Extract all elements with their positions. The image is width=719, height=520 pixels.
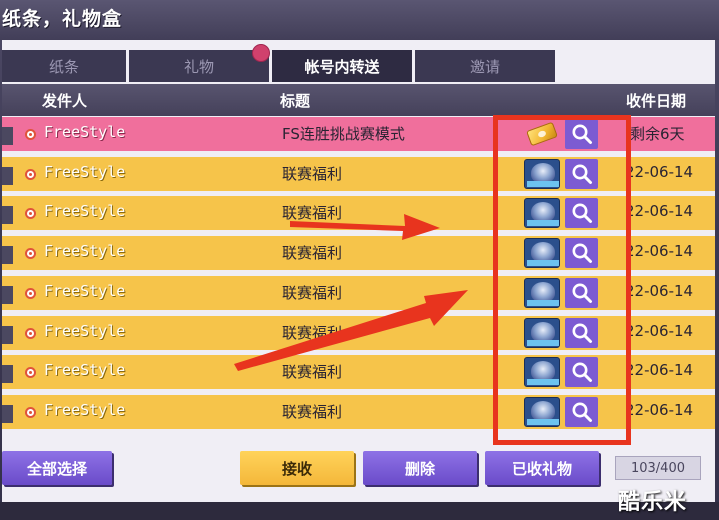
row-sender: FreeStyle [44,361,126,379]
character-card-icon[interactable] [524,159,560,189]
new-mail-icon [25,208,36,219]
character-card-icon[interactable] [524,357,560,387]
row-sender: FreeStyle [44,322,126,340]
column-sender: 发件人 [42,92,88,110]
new-mail-icon [25,169,36,180]
row-sender: FreeStyle [44,123,126,141]
row-sender: FreeStyle [44,282,126,300]
row-date: 22-06-14 [625,361,694,379]
footer-strip [0,502,719,520]
view-item-button[interactable] [565,238,598,268]
search-icon [572,323,592,343]
select-all-button[interactable]: 全部选择 [2,451,112,485]
new-mail-icon [25,328,36,339]
row-checkbox[interactable] [2,167,13,185]
table-row[interactable]: FreeStyle 联赛福利 22-06-14 [2,276,715,310]
row-sender: FreeStyle [44,401,126,419]
view-item-button[interactable] [565,318,598,348]
column-date: 收件日期 [626,92,687,110]
new-mail-icon [25,367,36,378]
character-card-icon[interactable] [524,278,560,308]
row-checkbox[interactable] [2,246,13,264]
view-item-button[interactable] [565,357,598,387]
row-subject: 联赛福利 [282,363,343,381]
tab-notes[interactable]: 纸条 [2,50,126,82]
search-icon [572,283,592,303]
mail-counter: 103/400 [615,456,701,480]
row-date: 22-06-14 [625,282,694,300]
notification-dot [252,44,270,62]
received-gifts-button[interactable]: 已收礼物 [485,451,599,485]
row-sender: FreeStyle [44,202,126,220]
row-sender: FreeStyle [44,163,126,181]
window-title: 纸条，礼物盒 [2,8,123,30]
view-item-button[interactable] [565,159,598,189]
character-card-icon[interactable] [524,238,560,268]
receive-button[interactable]: 接收 [240,451,354,485]
row-date: 剩余6天 [630,125,685,143]
tab-invite[interactable]: 邀请 [415,50,555,82]
row-checkbox[interactable] [2,286,13,304]
new-mail-icon [25,288,36,299]
row-subject: 联赛福利 [282,324,343,342]
search-icon [572,164,592,184]
tab-account-transfer[interactable]: 帐号内转送 [272,50,412,82]
row-date: 22-06-14 [625,163,694,181]
table-row[interactable]: FreeStyle 联赛福利 22-06-14 [2,355,715,389]
title-bar: 纸条，礼物盒 [0,0,719,40]
search-icon [572,203,592,223]
table-row[interactable]: FreeStyle 联赛福利 22-06-14 [2,236,715,270]
row-sender: FreeStyle [44,242,126,260]
search-icon [572,243,592,263]
row-date: 22-06-14 [625,401,694,419]
character-card-icon[interactable] [524,318,560,348]
row-subject: 联赛福利 [282,244,343,262]
row-checkbox[interactable] [2,365,13,383]
table-row[interactable]: FreeStyle 联赛福利 22-06-14 [2,196,715,230]
search-icon [572,362,592,382]
ticket-icon[interactable] [524,119,560,149]
row-subject: FS连胜挑战赛模式 [282,125,405,143]
search-icon [572,402,592,422]
view-item-button[interactable] [565,119,598,149]
row-subject: 联赛福利 [282,204,343,222]
row-date: 22-06-14 [625,322,694,340]
table-row[interactable]: FreeStyle 联赛福利 22-06-14 [2,316,715,350]
table-row[interactable]: FreeStyle 联赛福利 22-06-14 [2,157,715,191]
table-header: 发件人 标题 收件日期 [2,84,715,116]
character-card-icon[interactable] [524,397,560,427]
tab-gifts[interactable]: 礼物 [129,50,269,82]
new-mail-icon [25,129,36,140]
row-date: 22-06-14 [625,242,694,260]
table-row[interactable]: FreeStyle 联赛福利 22-06-14 [2,395,715,429]
watermark: 酷乐米 [618,490,688,515]
delete-button[interactable]: 删除 [363,451,477,485]
row-subject: 联赛福利 [282,165,343,183]
action-bar: 全部选择 接收 删除 已收礼物 103/400 [0,440,719,502]
row-checkbox[interactable] [2,127,13,145]
search-icon [572,124,592,144]
new-mail-icon [25,407,36,418]
row-checkbox[interactable] [2,405,13,423]
row-checkbox[interactable] [2,326,13,344]
character-card-icon[interactable] [524,198,560,228]
row-checkbox[interactable] [2,206,13,224]
row-subject: 联赛福利 [282,284,343,302]
table-row[interactable]: FreeStyle FS连胜挑战赛模式 剩余6天 [2,117,715,151]
screen: 纸条，礼物盒 纸条 礼物 帐号内转送 邀请 发件人 标题 收件日期 FreeSt… [0,0,719,520]
view-item-button[interactable] [565,278,598,308]
column-subject: 标题 [280,92,311,110]
row-date: 22-06-14 [625,202,694,220]
row-subject: 联赛福利 [282,403,343,421]
view-item-button[interactable] [565,198,598,228]
view-item-button[interactable] [565,397,598,427]
tab-strip: 纸条 礼物 帐号内转送 邀请 [2,44,715,84]
new-mail-icon [25,248,36,259]
